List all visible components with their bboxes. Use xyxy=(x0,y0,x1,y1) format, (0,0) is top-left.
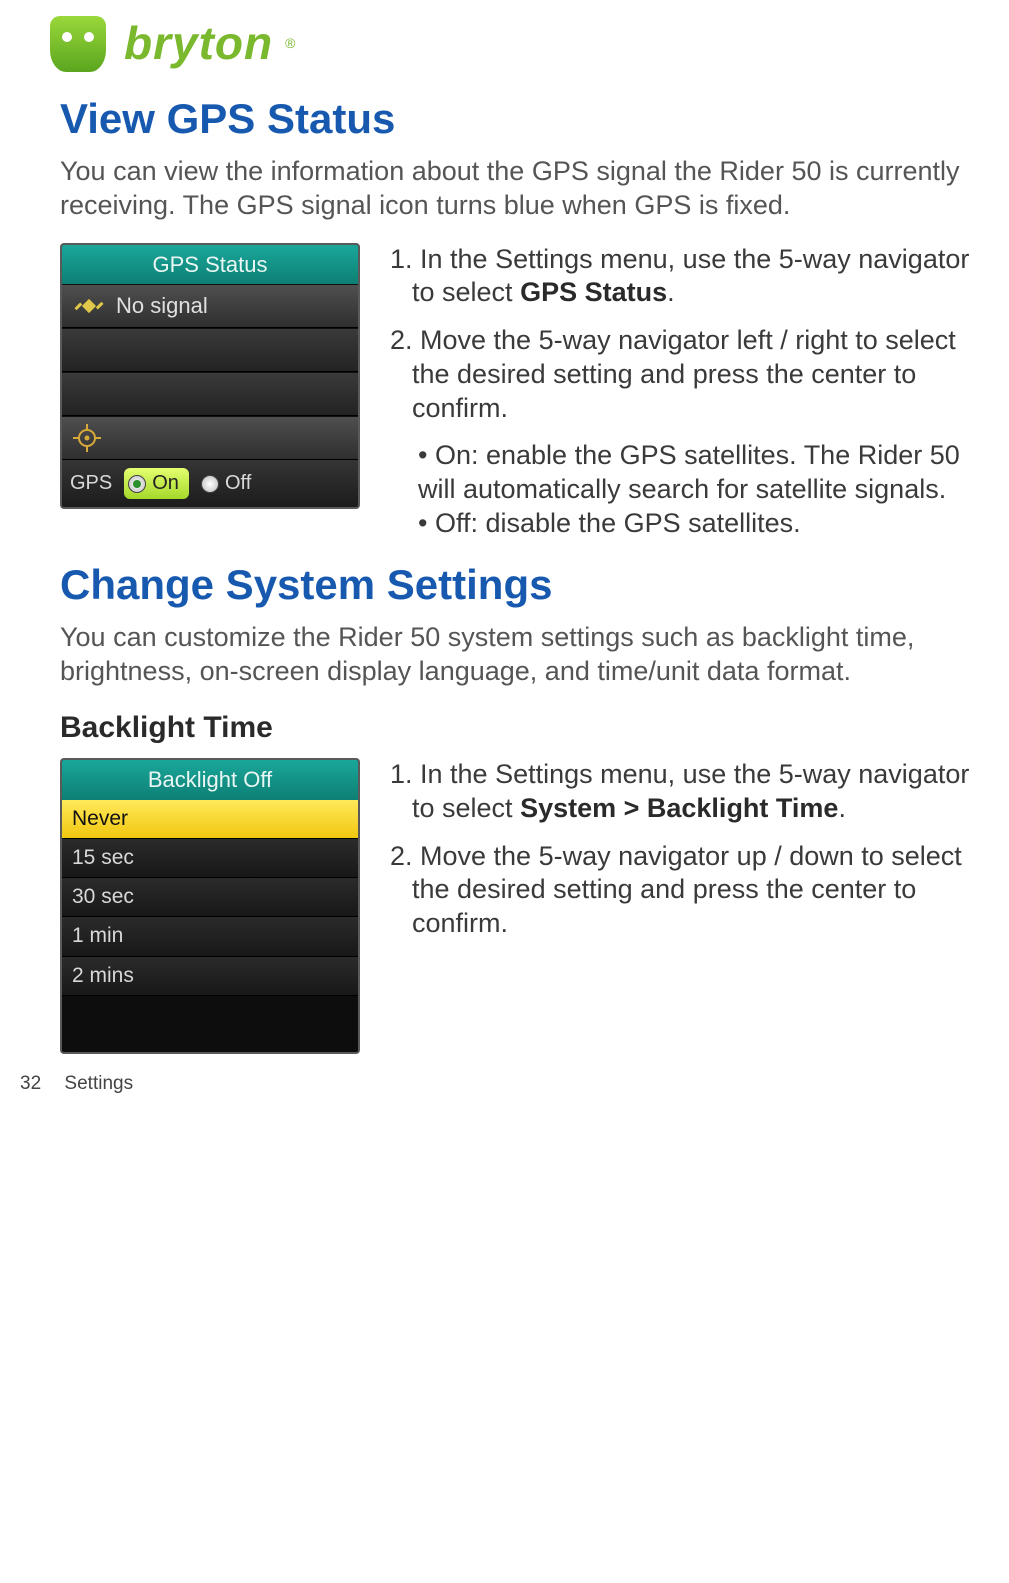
backlight-option[interactable]: 15 sec xyxy=(62,839,358,878)
gps-status-intro: You can view the information about the G… xyxy=(60,155,989,223)
gps-status-screenshot: GPS Status No signal GPS On xyxy=(60,243,360,510)
backlight-step-2: 2. Move the 5-way navigator up / down to… xyxy=(390,840,989,941)
trademark-icon: ® xyxy=(285,35,295,53)
backlight-time-heading: Backlight Time xyxy=(60,709,989,747)
footer-section-name: Settings xyxy=(64,1073,133,1094)
gps-radio-on[interactable]: On xyxy=(124,468,189,499)
backlight-option[interactable]: 2 mins xyxy=(62,957,358,996)
backlight-step-1: 1. In the Settings menu, use the 5-way n… xyxy=(390,758,989,826)
gps-step-1: 1. In the Settings menu, use the 5-way n… xyxy=(390,243,989,311)
backlight-screenshot: Backlight Off Never15 sec30 sec1 min2 mi… xyxy=(60,758,360,1054)
system-settings-heading: Change System Settings xyxy=(60,559,989,612)
gps-empty-row xyxy=(62,328,358,372)
backlight-screen-title: Backlight Off xyxy=(62,760,358,800)
target-icon xyxy=(72,423,102,453)
backlight-option[interactable]: 1 min xyxy=(62,917,358,956)
gps-signal-row: No signal xyxy=(62,284,358,328)
gps-radio-off-label: Off xyxy=(225,471,251,496)
brand-wordmark: bryton xyxy=(124,15,273,73)
page-footer: 32 Settings xyxy=(20,1072,989,1096)
system-settings-intro: You can customize the Rider 50 system se… xyxy=(60,621,989,689)
gps-radio-off[interactable]: Off xyxy=(201,471,251,496)
gps-status-heading: View GPS Status xyxy=(60,93,989,146)
gps-target-row xyxy=(62,416,358,460)
gps-radio-on-label: On xyxy=(152,471,179,496)
page-number: 32 xyxy=(20,1073,41,1094)
brand-header: bryton ® xyxy=(50,15,989,73)
gps-bottom-label: GPS xyxy=(70,471,112,496)
backlight-option[interactable]: Never xyxy=(62,800,358,839)
satellite-icon xyxy=(72,291,106,321)
gps-empty-row xyxy=(62,372,358,416)
gps-step-2: 2. Move the 5-way navigator left / right… xyxy=(390,324,989,425)
brand-logo-icon xyxy=(50,16,106,72)
backlight-option[interactable]: 30 sec xyxy=(62,878,358,917)
gps-screen-title: GPS Status xyxy=(62,245,358,285)
gps-signal-text: No signal xyxy=(116,292,208,320)
gps-bullet-on: On: enable the GPS satellites. The Rider… xyxy=(418,439,989,507)
gps-bullet-off: Off: disable the GPS satellites. xyxy=(418,507,989,541)
